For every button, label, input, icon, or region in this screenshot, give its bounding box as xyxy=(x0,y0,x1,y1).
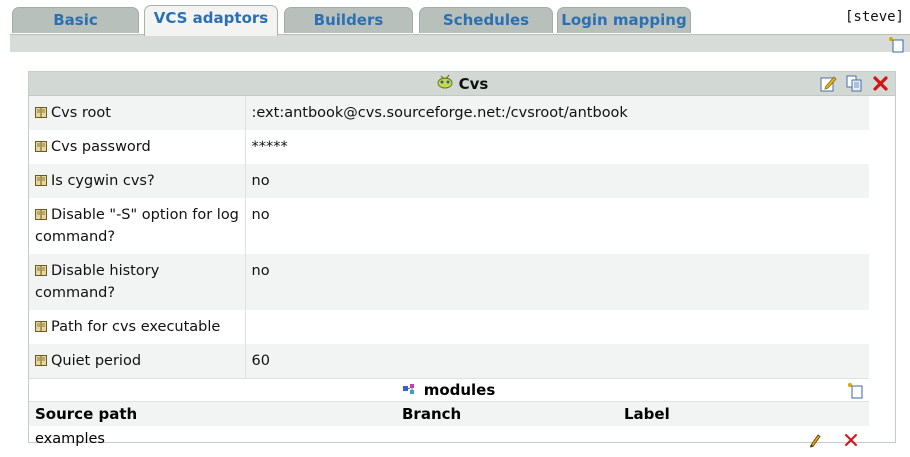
tab-schedules[interactable]: Schedules xyxy=(419,7,553,33)
modules-header: modules xyxy=(29,378,869,402)
property-row: Path for cvs executable xyxy=(29,310,869,344)
panel-header: Cvs xyxy=(29,72,895,96)
property-key: Is cygwin cvs? xyxy=(29,164,246,198)
cell-branch xyxy=(396,426,618,452)
cell-label xyxy=(618,426,818,452)
property-label: Quiet period xyxy=(51,353,142,369)
property-label: Cvs password xyxy=(51,139,151,155)
tab-builders[interactable]: Builders xyxy=(284,7,413,33)
property-value: no xyxy=(251,207,270,223)
property-row: Cvs root :ext:antbook@cvs.sourceforge.ne… xyxy=(29,96,869,130)
property-row: Quiet period 60 xyxy=(29,344,869,378)
property-value: no xyxy=(245,164,869,198)
property-value: ***** xyxy=(251,139,288,155)
property-key: Disable history command? xyxy=(29,254,246,310)
panel-title: Cvs xyxy=(458,75,489,93)
property-row: Disable history command? no xyxy=(29,254,869,310)
property-key: Path for cvs executable xyxy=(29,310,246,344)
col-label: Label xyxy=(624,405,670,423)
property-key: Quiet period xyxy=(29,344,246,378)
user-label: [steve] xyxy=(844,9,904,25)
col-source-path: Source path xyxy=(35,405,138,423)
cvs-component-icon xyxy=(436,72,454,96)
book-icon xyxy=(35,317,47,332)
delete-module-icon[interactable] xyxy=(843,431,859,447)
book-icon xyxy=(35,261,47,276)
cell-source-path: examples xyxy=(35,431,105,447)
property-row: Cvs password ***** xyxy=(29,130,869,164)
pencil-icon[interactable] xyxy=(807,431,823,448)
modules-icon xyxy=(402,379,419,401)
property-row: Disable "-S" option for log command? no xyxy=(29,198,869,254)
book-icon xyxy=(35,137,47,152)
property-row: Is cygwin cvs? no xyxy=(29,164,869,198)
add-icon[interactable] xyxy=(888,35,906,53)
tab-login-mapping[interactable]: Login mapping xyxy=(557,7,691,33)
book-icon xyxy=(35,205,47,220)
col-branch: Branch xyxy=(402,405,462,423)
property-value: no xyxy=(245,254,869,310)
properties-table: Cvs root :ext:antbook@cvs.sourceforge.ne… xyxy=(29,96,869,378)
modules-title: modules xyxy=(423,381,496,399)
delete-icon[interactable] xyxy=(872,75,889,92)
property-label: Disable "-S" option for log command? xyxy=(35,207,239,245)
copy-icon[interactable] xyxy=(846,75,863,92)
tab-basic[interactable]: Basic xyxy=(12,7,139,33)
book-icon xyxy=(35,103,47,118)
property-label: Path for cvs executable xyxy=(51,319,221,335)
tab-content-band xyxy=(10,34,910,52)
property-value xyxy=(245,310,869,344)
property-key: Disable "-S" option for log command? xyxy=(29,198,246,254)
book-icon xyxy=(35,351,47,366)
book-icon xyxy=(35,171,47,186)
cvs-panel: Cvs Cvs root:ext:antbook@cvs.sourceforg… xyxy=(28,71,896,448)
tab-vcs-adaptors[interactable]: VCS adaptors xyxy=(144,5,278,36)
property-label: Is cygwin cvs? xyxy=(51,173,155,189)
table-row: examples xyxy=(29,426,869,452)
property-label: Disable history command? xyxy=(35,263,160,301)
property-key: Cvs password xyxy=(29,130,246,164)
tab-bar: Basic VCS adaptors Builders Schedules Lo… xyxy=(0,0,910,36)
property-value: 60 xyxy=(245,344,869,378)
property-key: Cvs root xyxy=(29,96,246,130)
property-value: :ext:antbook@cvs.sourceforge.net:/cvsroo… xyxy=(245,96,869,130)
modules-column-headers: Source path Branch Label xyxy=(29,402,869,426)
add-module-icon[interactable] xyxy=(847,381,865,399)
property-label: Cvs root xyxy=(51,105,111,121)
edit-icon[interactable] xyxy=(820,75,837,92)
